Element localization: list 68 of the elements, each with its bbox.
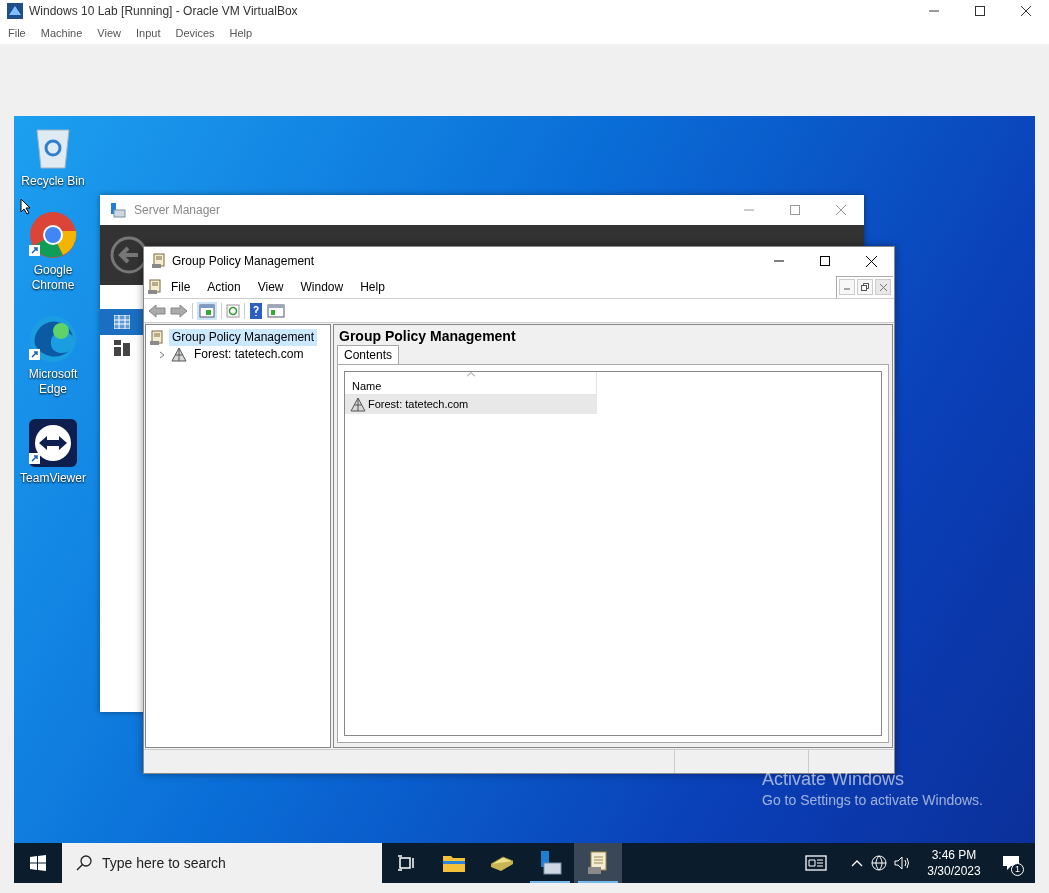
window-title: Windows 10 Lab [Running] - Oracle VM VirtualBox — [29, 3, 298, 20]
menu-item[interactable]: File — [8, 24, 26, 42]
close-icon — [865, 255, 877, 267]
menu-item[interactable]: Input — [135, 24, 161, 42]
desktop-icon-label[interactable]: TeamViewer — [20, 471, 86, 486]
menu-item[interactable]: View — [97, 24, 121, 42]
close-icon — [836, 205, 846, 215]
notification-count: 1 — [1011, 863, 1024, 876]
news-icon[interactable] — [805, 855, 827, 871]
menu-item[interactable]: File — [171, 277, 191, 296]
browser-icon[interactable] — [29, 211, 77, 259]
restore-icon — [861, 283, 869, 291]
drive-icon — [489, 854, 515, 872]
folder-icon — [442, 853, 466, 873]
window-title: Group Policy Management — [172, 253, 315, 270]
clock[interactable]: 3:46 PM 3/30/2023 — [921, 847, 987, 879]
recycle-bin-icon[interactable] — [33, 126, 73, 170]
close-icon — [879, 283, 887, 291]
taskbar-button[interactable] — [574, 843, 622, 883]
menu-item[interactable]: Devices — [175, 24, 215, 42]
server-toolbox-icon — [110, 202, 126, 218]
scroll-icon — [147, 278, 163, 295]
app-icon — [7, 3, 23, 19]
search-icon — [76, 855, 92, 871]
triangle-icon — [350, 396, 366, 412]
menu-item[interactable]: Action — [207, 277, 241, 296]
browser-icon[interactable] — [29, 315, 77, 363]
help-icon[interactable] — [249, 302, 263, 319]
notification-icon[interactable] — [1002, 855, 1020, 871]
menu-item[interactable]: View — [257, 277, 284, 296]
activation-title: Activate Windows — [762, 768, 906, 790]
windows-logo-icon — [30, 855, 46, 871]
sidebar-item[interactable] — [100, 309, 144, 335]
tree-item[interactable]: Group Policy Management — [169, 329, 318, 346]
menu-item[interactable]: Machine — [40, 24, 83, 42]
expand-chevron-icon[interactable] — [157, 349, 167, 360]
speaker-icon[interactable] — [893, 855, 911, 871]
window-title: Server Manager — [134, 202, 221, 219]
menu-item[interactable]: Help — [360, 277, 385, 296]
refresh-icon[interactable] — [226, 303, 240, 318]
show-tree-icon[interactable] — [197, 301, 217, 320]
globe-icon[interactable] — [871, 855, 887, 871]
scroll-icon — [151, 253, 167, 269]
tab[interactable]: Contents — [337, 345, 400, 364]
menu-item[interactable]: Help — [229, 24, 253, 42]
chevron-up-icon[interactable] — [851, 859, 863, 867]
activation-text: Go to Settings to activate Windows. — [762, 791, 983, 810]
forward-arrow-icon[interactable] — [170, 303, 188, 318]
close-icon — [1021, 6, 1031, 16]
triangle-icon — [171, 347, 187, 362]
scroll-icon — [149, 329, 165, 346]
tree-item[interactable]: Forest: tatetech.com — [191, 346, 307, 363]
grid-icon — [114, 315, 130, 329]
menu-item[interactable]: Window — [300, 277, 344, 296]
maximize-icon — [790, 205, 800, 215]
pane-heading: Group Policy Management — [339, 327, 517, 345]
search-field[interactable]: Type here to search — [62, 843, 382, 883]
close-button[interactable] — [875, 279, 891, 295]
show-pane-icon[interactable] — [267, 302, 285, 319]
task-view-icon — [397, 855, 415, 871]
list-row[interactable]: Forest: tatetech.com — [345, 395, 597, 414]
maximize-icon — [975, 6, 985, 16]
mouse-pointer-icon — [20, 198, 31, 215]
tiles-icon[interactable] — [114, 340, 130, 356]
scroll-icon — [586, 850, 610, 876]
restore-button[interactable] — [857, 279, 873, 295]
server-toolbox-icon — [538, 850, 562, 876]
maximize-icon — [820, 256, 830, 266]
